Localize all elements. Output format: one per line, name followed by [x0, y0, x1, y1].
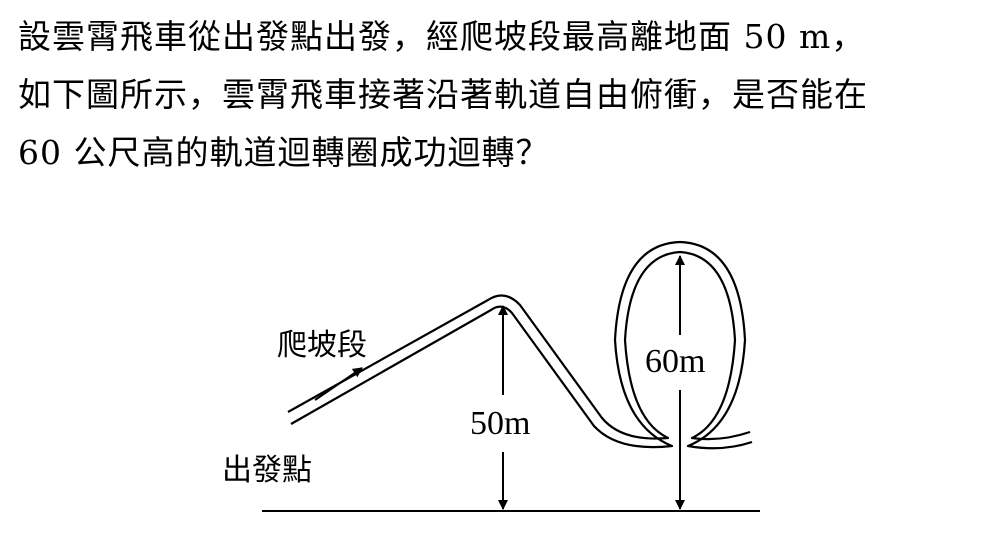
peak-height-label: 50m	[470, 405, 530, 442]
start-label: 出發點	[222, 453, 312, 488]
climb-label: 爬坡段	[277, 328, 367, 363]
roller-coaster-diagram: 爬坡段 出發點 50m 60m	[222, 240, 760, 512]
climb-direction-arrow	[314, 367, 363, 401]
loop-height-label: 60m	[645, 343, 705, 380]
